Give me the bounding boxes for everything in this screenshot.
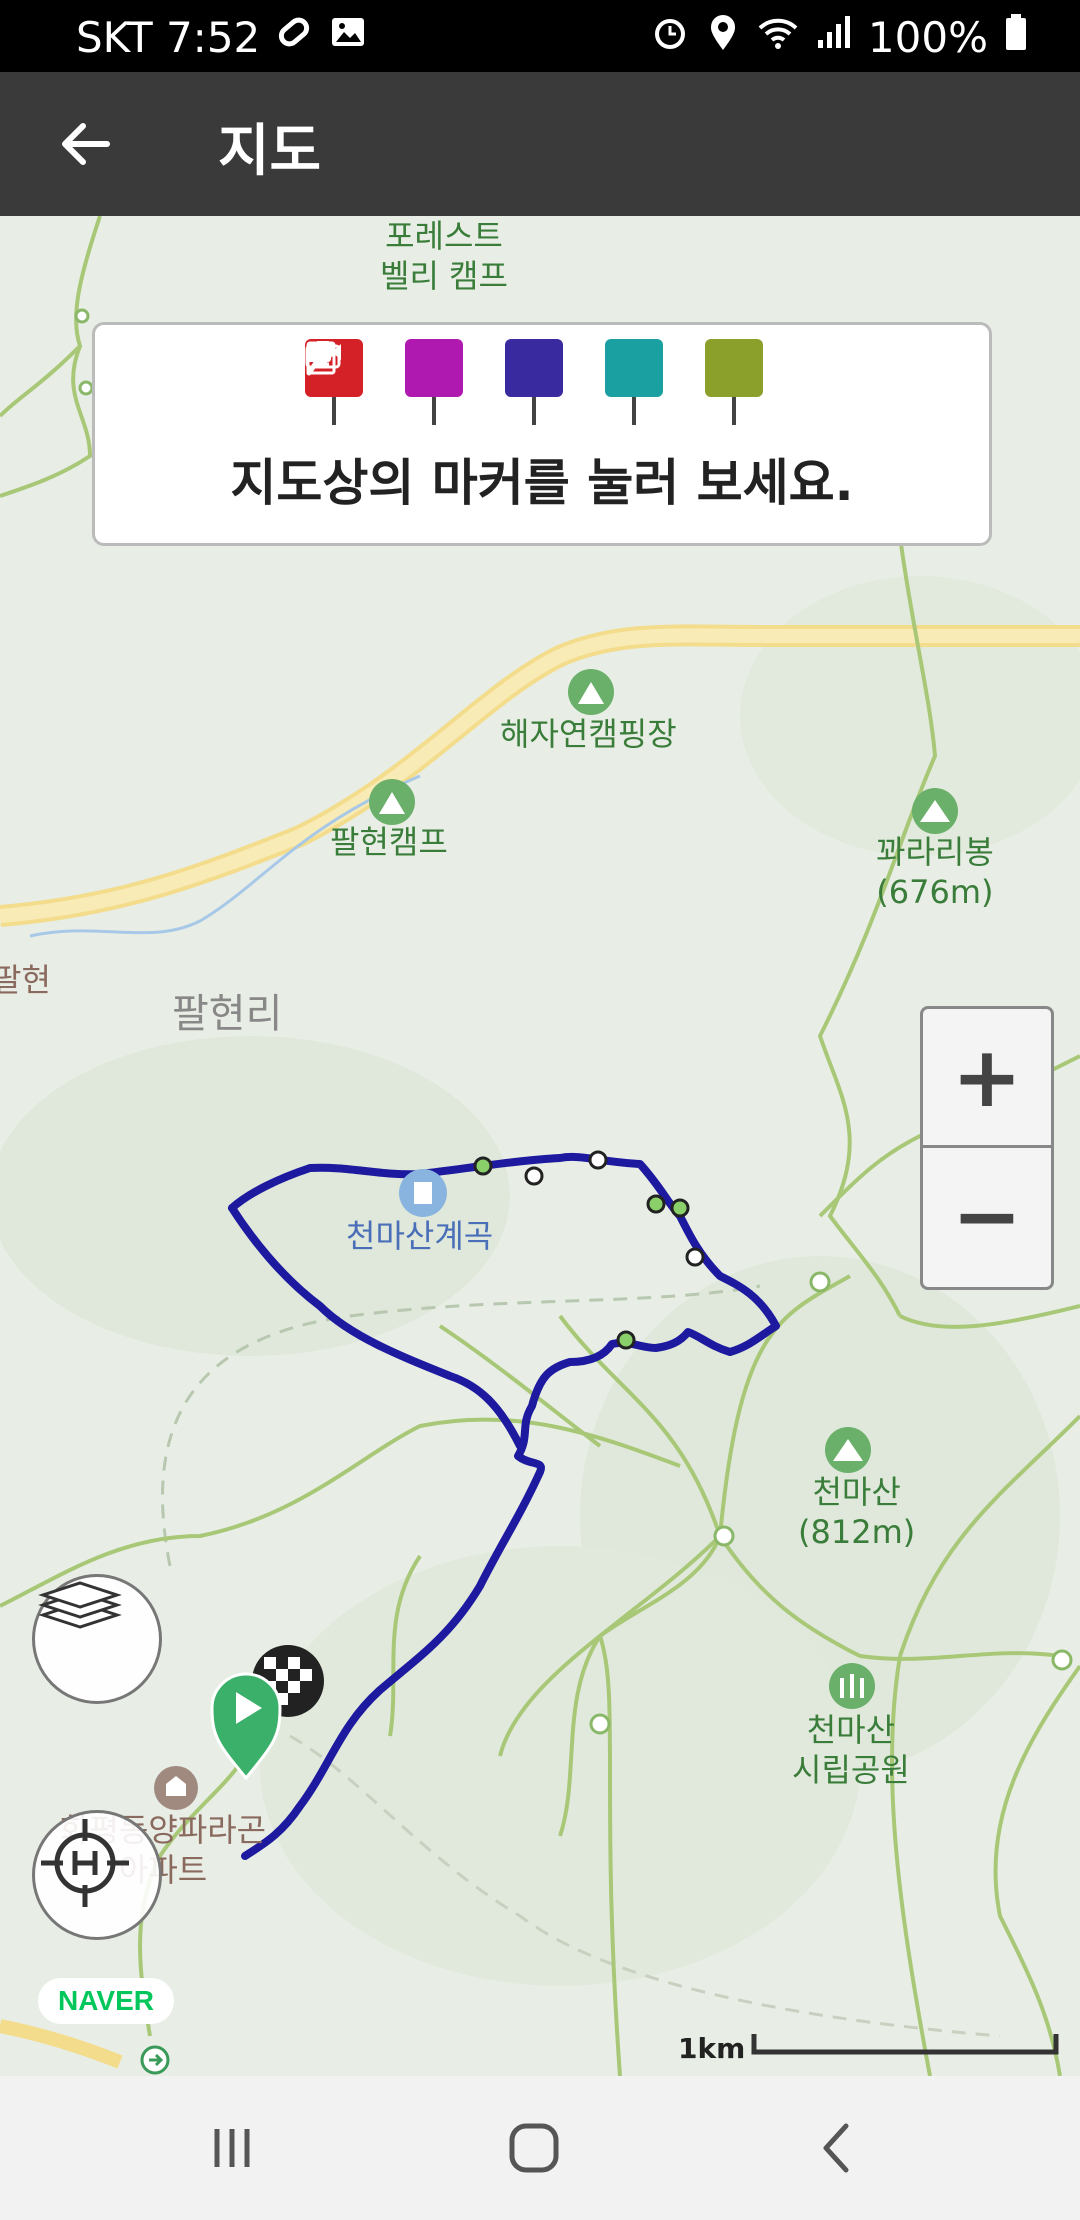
recents-button[interactable] — [182, 2112, 282, 2184]
label-haejayeon-camping: 해자연캠핑장 — [500, 715, 677, 753]
marker-row — [305, 339, 763, 425]
back-button[interactable] — [40, 108, 130, 180]
scale-label: 1km — [678, 2032, 746, 2065]
label-cheonmasan-park: 천마산 시립공원 — [792, 1711, 910, 1789]
marker-hint: 지도상의 마커를 눌러 보세요. — [230, 454, 854, 512]
video-marker — [307, 339, 563, 425]
battery-level: 100% — [867, 12, 988, 62]
heli-target-icon — [41, 1819, 129, 1907]
zoom-out-button[interactable]: − — [923, 1148, 1051, 1284]
wifi-icon — [756, 12, 800, 62]
battery-icon — [1004, 12, 1028, 62]
app-bar: 지도 — [0, 72, 1080, 216]
my-location-button[interactable] — [32, 1810, 162, 1940]
label-palhyeon: 팔현 — [0, 961, 51, 999]
mountain-icon — [825, 1427, 871, 1473]
building-icon — [154, 1766, 198, 1810]
status-bar: SKT 7:52 100% — [0, 0, 1080, 72]
label-palhyeonri: 팔현리 — [172, 991, 283, 1037]
memo-marker — [306, 339, 763, 425]
link-icon — [274, 12, 314, 62]
signal-icon — [816, 12, 852, 62]
carrier-time: SKT 7:52 — [76, 12, 261, 62]
zoom-in-button[interactable]: + — [923, 1009, 1051, 1148]
label-cheonmasan: 천마산 (812m) — [798, 1473, 916, 1551]
video-icon — [307, 339, 563, 397]
home-button[interactable] — [484, 2112, 584, 2184]
marker-legend-panel: 지도상의 마커를 눌러 보세요. — [92, 322, 992, 546]
alarm-icon — [650, 12, 690, 62]
arrow-left-icon — [62, 123, 110, 165]
image-icon — [328, 12, 368, 62]
valley-icon — [399, 1169, 447, 1217]
label-palhyeon-camp: 팔현캠프 — [330, 823, 448, 861]
naver-logo: NAVER — [38, 1978, 174, 2024]
label-cheonmasan-valley: 천마산계곡 — [346, 1217, 494, 1255]
back-chevron-icon — [823, 2123, 849, 2173]
home-icon — [509, 2123, 559, 2173]
notepad-icon — [306, 339, 763, 397]
camp-icon — [568, 669, 614, 715]
mountain-icon — [912, 788, 958, 834]
voice-marker — [306, 339, 663, 425]
map-view[interactable]: 포레스트 벨리 캠프 해자연캠핑장 팔현캠프 꽈라리봉 (676m) 팔현 팔현… — [0, 216, 1080, 2076]
park-icon — [829, 1663, 875, 1709]
system-nav-bar — [0, 2076, 1080, 2220]
page-title: 지도 — [218, 119, 322, 184]
zoom-control: + − — [920, 1006, 1054, 1290]
recents-icon — [214, 2129, 250, 2167]
layers-icon — [38, 1581, 122, 1629]
layers-button[interactable] — [32, 1574, 162, 1704]
camera-icon — [305, 339, 463, 397]
label-forest-valley-camp: 포레스트 벨리 캠프 — [380, 217, 508, 295]
back-nav-button[interactable] — [786, 2112, 886, 2184]
location-icon — [706, 12, 740, 62]
camp-icon — [369, 779, 415, 825]
photo-marker — [305, 339, 463, 425]
microphone-icon — [306, 339, 663, 397]
label-kkwarari-peak: 꽈라리봉 (676m) — [876, 833, 994, 911]
